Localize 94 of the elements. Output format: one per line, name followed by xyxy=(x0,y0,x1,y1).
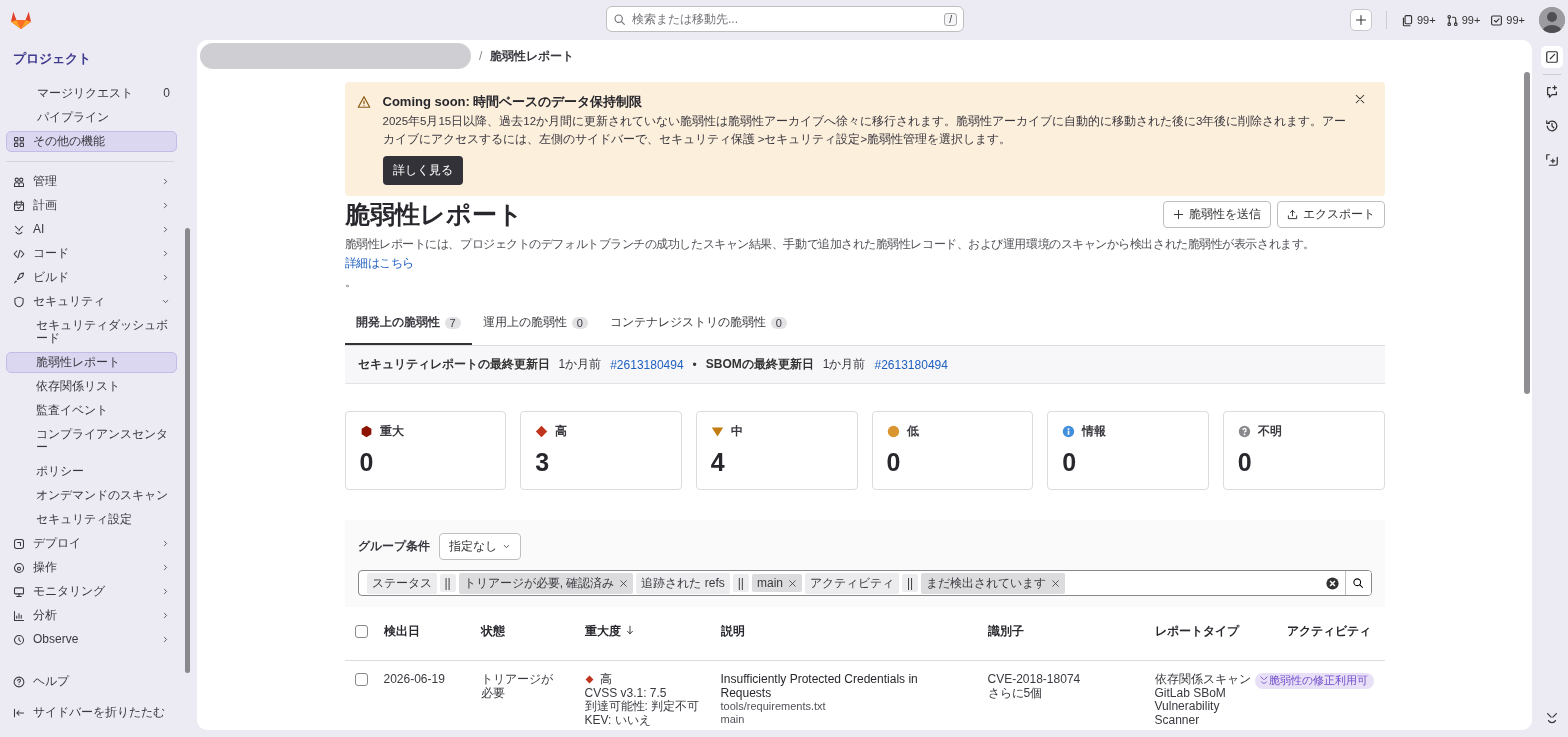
sidebar-section[interactable]: モニタリング xyxy=(6,581,177,602)
group-dropdown[interactable]: 指定なし xyxy=(438,533,521,560)
todo-counter[interactable]: 99+ xyxy=(1490,13,1525,27)
add-button[interactable]: 脆弱性を送信 xyxy=(1162,201,1271,228)
sidebar-item[interactable]: 監査イベント xyxy=(6,400,177,421)
tab[interactable]: 運用上の脆弱性 0 xyxy=(471,304,599,345)
update-time: 1か月前 xyxy=(558,356,602,373)
more-identifiers: さらに5個 xyxy=(987,686,1044,700)
vulnerability-link[interactable]: Insufficiently Protected Credentials in Requests xyxy=(720,673,988,700)
column-header[interactable]: 説明 xyxy=(720,625,988,638)
filter-name: 追跡された refs xyxy=(636,572,730,594)
date-cell-text: 2026-06-19 xyxy=(383,673,446,687)
filter-value[interactable]: main xyxy=(752,574,802,592)
column-header[interactable]: レポートタイプ xyxy=(1154,625,1255,638)
banner-text: 2025年5月15日以降、過去12か月間に更新されていない脆弱性は脆弱性アーカイブへ徐々に移行されます。脆弱性アーカイブに自動的に移動された後に3年後に削除されます。アーカイブにアクセスするには、左側のサイドバーで、セキュリティ保護 >セキュリティ設定>脆弱性管理を選択します。 xyxy=(382,114,1348,147)
breadcrumb-separator: / xyxy=(479,49,483,63)
tab[interactable]: コンテナレジストリの脆弱性 0 xyxy=(598,304,798,345)
severity-label: 中 xyxy=(730,423,743,440)
severity-label: 不明 xyxy=(1257,423,1282,440)
breadcrumb-item[interactable]: 脆弱性レポート xyxy=(490,47,575,65)
filter-value[interactable]: トリアージが必要, 確認済み xyxy=(458,572,634,594)
sidebar-section[interactable]: ビルド xyxy=(6,267,177,288)
sidebar-section[interactable]: AI xyxy=(6,219,177,240)
update-label: SBOMの最終更新日 xyxy=(705,356,814,373)
page-title: 脆弱性レポート xyxy=(344,199,524,230)
sidebar-item[interactable]: パイプライン xyxy=(6,107,177,128)
severity-label: 低 xyxy=(906,423,919,440)
severity-label: 重大 xyxy=(379,423,404,440)
search-field[interactable]: 検索または移動先... / xyxy=(606,6,964,32)
column-header[interactable]: 状態 xyxy=(480,625,585,638)
sidebar-section[interactable]: 分析 xyxy=(6,605,177,626)
filter-operator: || xyxy=(439,574,456,592)
separator-dot: • xyxy=(692,357,697,372)
identifier-text: CVE-2018-18074 xyxy=(987,673,1082,687)
sidebar-section[interactable]: Observe xyxy=(6,629,177,650)
filter-name: ステータス xyxy=(366,572,437,594)
sidebar-title: プロジェクト xyxy=(12,50,92,68)
sidebar-section[interactable]: 操作 xyxy=(6,557,177,578)
filter-operator: || xyxy=(902,574,919,592)
column-header[interactable]: 識別子 xyxy=(987,625,1155,638)
page-description: 脆弱性レポートには、プロジェクトのデフォルトブランチの成功したスキャン結果、手動で追加された脆弱性レコード、および運用環境のスキャンから検出された脆弱性が表示されます。 詳細はこちら 。 xyxy=(344,236,1316,291)
filter-value[interactable]: まだ検出されています xyxy=(921,572,1066,594)
sidebar-item[interactable]: セキュリティダッシュボード xyxy=(6,315,177,349)
filter-name: アクティビティ xyxy=(805,572,899,594)
pipeline-link[interactable]: #2613180494 xyxy=(874,357,948,372)
sidebar-footer-item[interactable]: サイドバーを折りたたむ xyxy=(6,702,177,723)
report-type: GitLab SBoM Vulnerability Scanner xyxy=(1154,686,1227,727)
banner-title: Coming soon: 時間ベースのデータ保持制限 xyxy=(382,93,644,111)
sidebar-item[interactable]: マージリクエスト 0 xyxy=(6,83,177,104)
severity-count: 4 xyxy=(710,448,726,477)
severity-count: 3 xyxy=(535,448,551,477)
severity-count: 0 xyxy=(359,448,375,477)
severity-label: 高 xyxy=(555,423,568,440)
column-header[interactable]: 検出日 xyxy=(383,625,481,638)
sidebar-item[interactable]: 脆弱性レポート xyxy=(6,352,177,373)
shortcut-key: / xyxy=(944,12,957,26)
group-label: グループ条件 xyxy=(357,538,430,555)
merge-request-counter[interactable]: 99+ xyxy=(1445,13,1481,27)
filter-field[interactable]: ステータス || トリアージが必要, 確認済み 追跡された refs || main アクティビティ || まだ検出されています xyxy=(357,570,1372,596)
sidebar-footer-item[interactable]: ヘルプ xyxy=(6,671,177,692)
severity-detail: 到達可能性: 判定不可 xyxy=(584,700,701,714)
activity-badge: 脆弱性の修正利用可 xyxy=(1254,673,1374,689)
learn-more-button[interactable]: 詳しく見る xyxy=(382,156,463,185)
sidebar-item[interactable]: その他の機能 xyxy=(6,131,177,152)
sidebar-item[interactable]: セキュリティ設定 xyxy=(6,509,177,530)
severity-detail: CVSS v3.1: 7.5 xyxy=(584,686,668,700)
sidebar-section[interactable]: デプロイ xyxy=(6,533,177,554)
severity-count: 0 xyxy=(886,448,902,477)
status-cell-text: トリアージが必要 xyxy=(480,673,554,700)
severity-count: 0 xyxy=(1237,448,1253,477)
update-time: 1か月前 xyxy=(822,356,866,373)
sidebar-item[interactable]: 依存関係リスト xyxy=(6,376,177,397)
sidebar-item[interactable]: ポリシー xyxy=(6,461,177,482)
report-type: 依存関係スキャン xyxy=(1154,673,1252,687)
filter-operator: || xyxy=(732,574,749,592)
column-header[interactable]: 重大度 xyxy=(584,625,721,638)
learn-more-link[interactable]: 詳細はこちら xyxy=(344,256,414,270)
severity-count: 0 xyxy=(1062,448,1078,477)
column-header[interactable]: アクティビティ xyxy=(1254,625,1385,638)
branch-name: main xyxy=(720,713,746,726)
sidebar-section[interactable]: 計画 xyxy=(6,195,177,216)
severity-detail: KEV: いいえ xyxy=(584,713,652,727)
sidebar-item[interactable]: コンプライアンスセンター xyxy=(6,424,177,458)
sidebar-section[interactable]: コード xyxy=(6,243,177,264)
file-path: tools/requirements.txt xyxy=(720,700,827,713)
update-label: セキュリティレポートの最終更新日 xyxy=(357,356,550,373)
sidebar-section[interactable]: セキュリティ xyxy=(6,291,177,312)
severity-label: 情報 xyxy=(1082,423,1107,440)
sidebar-item[interactable]: オンデマンドのスキャン xyxy=(6,485,177,506)
severity-label: 高 xyxy=(599,673,612,687)
pipeline-link[interactable]: #2613180494 xyxy=(610,357,684,372)
export-button[interactable]: エクスポート xyxy=(1276,201,1385,228)
issues-counter[interactable]: 99+ xyxy=(1401,13,1436,27)
sidebar-section[interactable]: 管理 xyxy=(6,171,177,192)
